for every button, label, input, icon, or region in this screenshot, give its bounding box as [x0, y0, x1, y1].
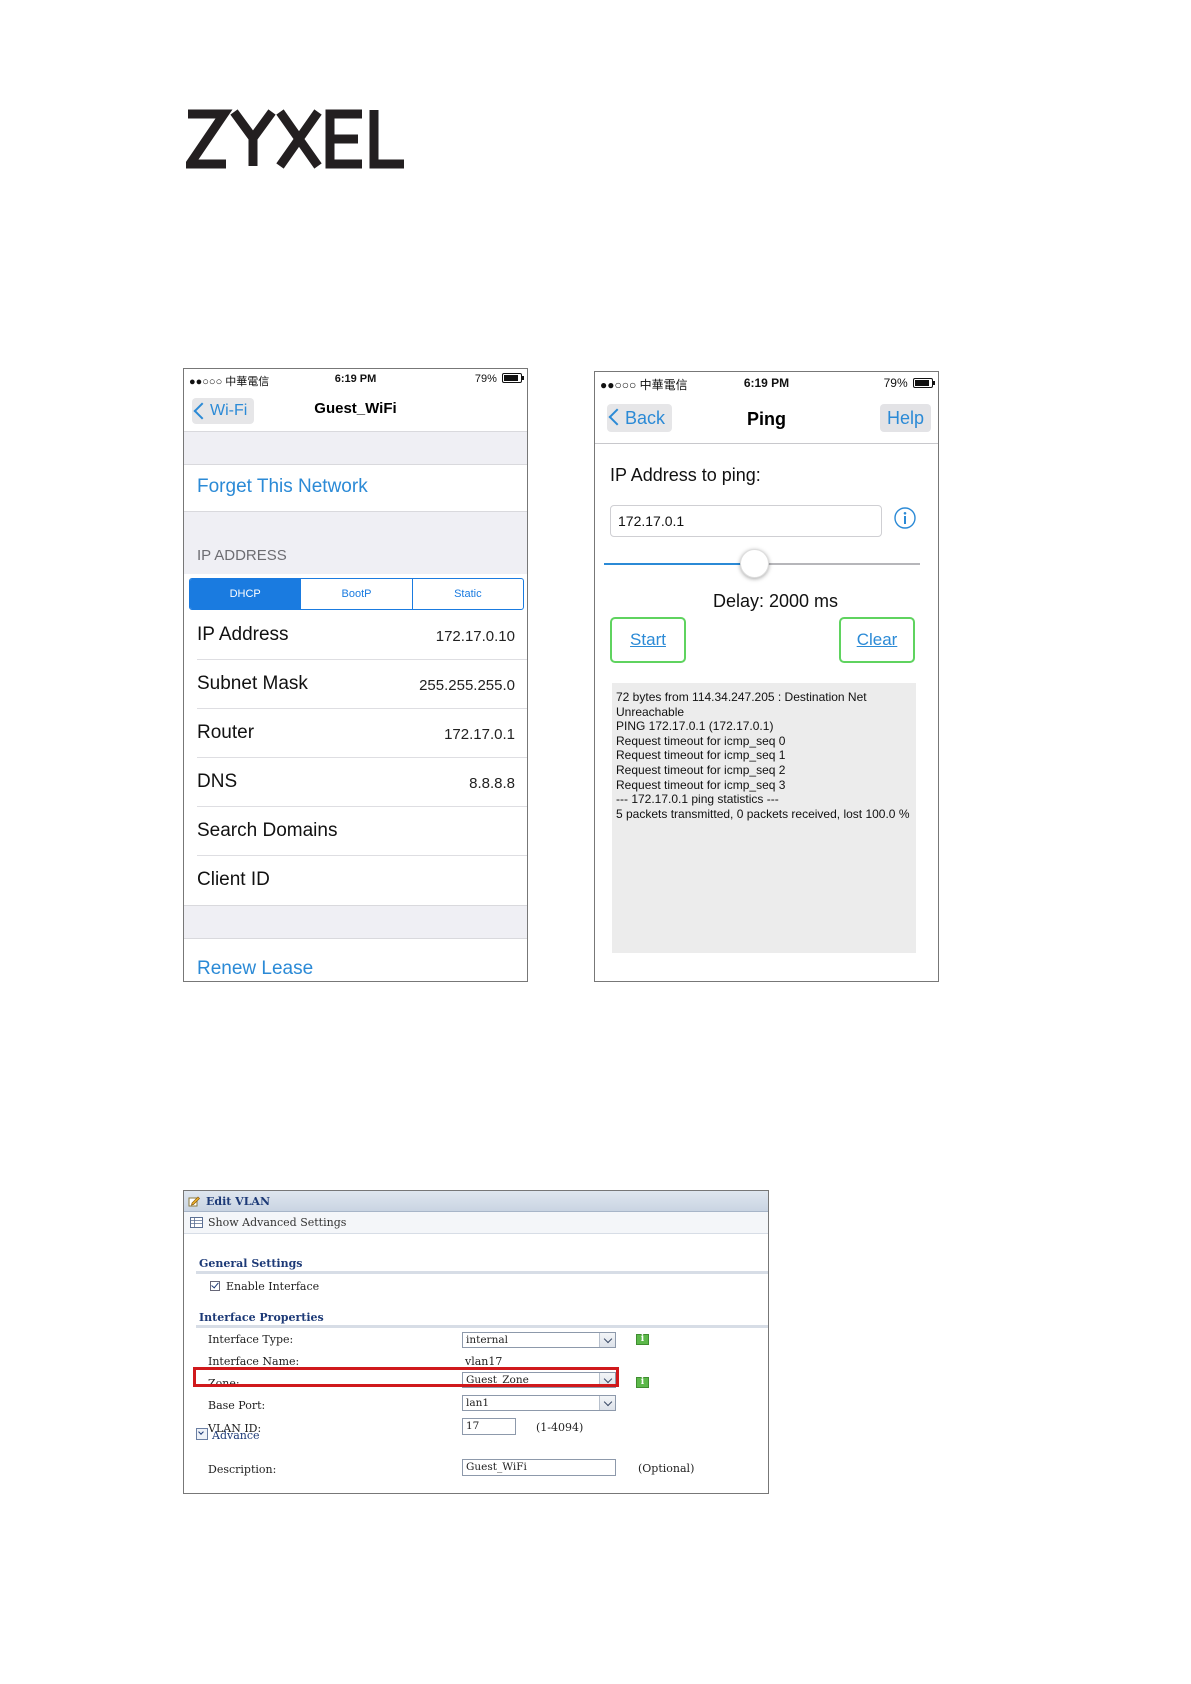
log-line: 72 bytes from 114.34.247.205 : Destinati… — [616, 690, 867, 719]
enable-interface-checkbox[interactable] — [210, 1281, 220, 1291]
row-label: IP Address — [197, 624, 289, 645]
show-advanced-settings-link[interactable]: Show Advanced Settings — [208, 1216, 346, 1229]
battery-percent: 79% — [883, 376, 908, 390]
interface-type-label: Interface Type: — [208, 1333, 294, 1346]
base-port-value: lan1 — [466, 1397, 490, 1409]
status-bar: ●●○○○ 中華電信 6:19 PM 79% — [184, 369, 527, 391]
forget-network-link[interactable]: Forget This Network — [197, 476, 368, 498]
general-settings-header: General Settings — [199, 1257, 303, 1270]
ip-mode-segmented-control: DHCP BootP Static — [189, 578, 524, 610]
interface-type-select[interactable]: internal — [462, 1332, 616, 1348]
advance-label: Advance — [212, 1429, 260, 1442]
row-value: 8.8.8.8 — [469, 775, 515, 792]
log-line: --- 172.17.0.1 ping statistics --- — [616, 792, 779, 807]
nav-bar: Wi-Fi Guest_WiFi — [184, 391, 527, 431]
description-hint: (Optional) — [638, 1462, 695, 1475]
panel-title: Edit VLAN — [206, 1195, 271, 1208]
zyxel-logo — [186, 109, 404, 169]
renew-lease-link[interactable]: Renew Lease — [197, 958, 313, 980]
network-title: Guest_WiFi — [314, 400, 397, 417]
help-button[interactable]: Help — [879, 404, 931, 432]
status-right: 79% — [883, 376, 935, 390]
segment-dhcp[interactable]: DHCP — [190, 579, 302, 609]
base-port-label: Base Port: — [208, 1399, 266, 1412]
edit-vlan-panel: Edit VLAN Show Advanced Settings General… — [183, 1190, 769, 1494]
start-button[interactable]: Start — [610, 617, 686, 663]
advanced-settings-bar[interactable]: Show Advanced Settings — [184, 1212, 768, 1234]
log-line: 5 packets transmitted, 0 packets receive… — [616, 806, 910, 821]
subnet-mask-row: Subnet Mask 255.255.255.0 — [184, 660, 527, 709]
log-line: Request timeout for icmp_seq 1 — [616, 748, 786, 763]
row-value: 172.17.0.10 — [435, 628, 515, 645]
ip-address-input[interactable]: 172.17.0.1 — [610, 505, 882, 537]
panel-title-bar: Edit VLAN — [184, 1191, 768, 1212]
wifi-details-screenshot: ●●○○○ 中華電信 6:19 PM 79% Wi-Fi Guest_WiFi … — [183, 368, 528, 982]
expand-icon — [196, 1428, 208, 1440]
router-row: Router 172.17.0.1 — [184, 709, 527, 758]
chevron-down-icon — [603, 1334, 613, 1344]
ping-output-log: 72 bytes from 114.34.247.205 : Destinati… — [612, 683, 916, 953]
battery-percent: 79% — [474, 373, 497, 385]
battery-icon — [502, 373, 524, 383]
clear-button[interactable]: Clear — [839, 617, 915, 663]
info-icon[interactable] — [894, 507, 916, 529]
ip-address-row: IP Address 172.17.0.10 — [184, 611, 527, 660]
edit-pencil-icon — [188, 1196, 200, 1207]
interface-type-value: internal — [466, 1334, 508, 1346]
dns-row[interactable]: DNS 8.8.8.8 — [184, 758, 527, 807]
log-line: Request timeout for icmp_seq 0 — [616, 733, 786, 748]
row-label: Search Domains — [197, 820, 338, 841]
battery-icon — [913, 378, 935, 388]
delay-label: Delay: 2000 ms — [712, 591, 839, 611]
client-id-row[interactable]: Client ID — [184, 856, 527, 905]
slider-track-empty — [752, 563, 920, 565]
enable-interface-label: Enable Interface — [226, 1280, 320, 1293]
base-port-select[interactable]: lan1 — [462, 1395, 616, 1411]
vlan-id-input[interactable]: 17 — [462, 1418, 516, 1435]
log-line: Request timeout for icmp_seq 3 — [616, 777, 786, 792]
row-value: 172.17.0.1 — [444, 726, 515, 743]
info-icon[interactable]: i — [636, 1334, 649, 1345]
interface-properties-header: Interface Properties — [199, 1311, 324, 1324]
slider-thumb[interactable] — [740, 549, 769, 578]
slider-track-filled — [604, 563, 752, 565]
log-line: Request timeout for icmp_seq 2 — [616, 762, 786, 777]
description-label: Description: — [208, 1463, 277, 1476]
segment-bootp[interactable]: BootP — [301, 579, 413, 609]
log-line: PING 172.17.0.1 (172.17.0.1) — [616, 719, 774, 734]
description-input[interactable]: Guest_WiFi — [462, 1459, 616, 1476]
status-bar: ●●○○○ 中華電信 6:19 PM 79% — [595, 372, 938, 394]
search-domains-row[interactable]: Search Domains — [184, 807, 527, 856]
nav-bar: Back Ping Help — [595, 394, 938, 444]
ip-address-section-header: IP ADDRESS — [197, 547, 287, 564]
row-label: DNS — [197, 771, 238, 792]
row-label: Subnet Mask — [197, 673, 308, 694]
chevron-down-icon — [603, 1397, 613, 1407]
row-value: 255.255.255.0 — [419, 677, 515, 694]
row-label: Client ID — [197, 869, 270, 890]
zone-highlight-box — [193, 1367, 619, 1387]
vlan-id-range-hint: (1-4094) — [536, 1421, 584, 1434]
row-label: Router — [197, 722, 255, 743]
segment-static[interactable]: Static — [413, 579, 523, 609]
status-right: 79% — [474, 373, 524, 385]
table-icon — [190, 1217, 203, 1228]
ip-to-ping-label: IP Address to ping: — [610, 465, 761, 485]
info-icon[interactable]: i — [636, 1377, 649, 1388]
advance-toggle[interactable]: Advance — [196, 1428, 260, 1442]
ping-screenshot: ●●○○○ 中華電信 6:19 PM 79% Back Ping Help IP… — [594, 371, 939, 982]
